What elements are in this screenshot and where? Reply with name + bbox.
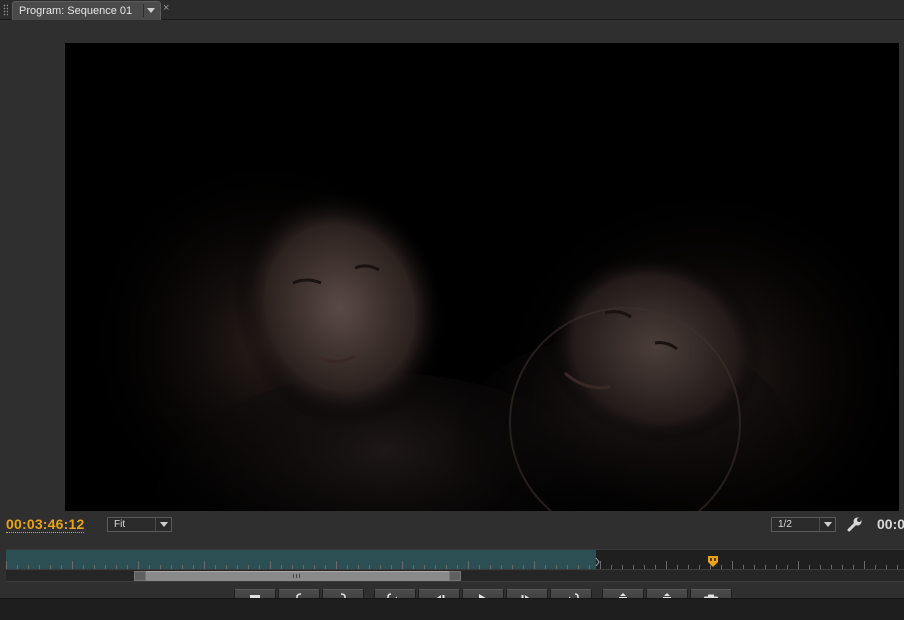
ruler-ticks [6,557,898,569]
current-timecode[interactable]: 00:03:46:12 [6,516,85,533]
panel-menu-chevron-icon[interactable] [143,4,157,17]
panel-tab-bar: Program: Sequence 01 × [0,0,904,20]
wrench-icon[interactable] [847,516,863,532]
tab-program-monitor[interactable]: Program: Sequence 01 [12,1,161,20]
close-icon[interactable]: × [163,3,169,14]
panel-grip-icon[interactable] [3,4,8,16]
program-monitor-panel: 00:03:46:12 Fit 1/2 00:0 [0,20,904,611]
scroll-thumb[interactable] [146,571,449,581]
bottom-panel-strip [0,598,904,620]
playback-resolution-select[interactable]: 1/2 [771,517,836,532]
video-frame [65,43,899,511]
chevron-down-icon [819,518,835,531]
chevron-down-icon [155,518,171,531]
duration-timecode: 00:0 [877,516,904,532]
playhead-icon[interactable] [708,556,718,567]
zoom-level-select[interactable]: Fit [107,517,172,532]
scroll-right-handle[interactable] [449,571,461,581]
zoom-scroll-bar[interactable] [6,569,904,582]
scroll-left-handle[interactable] [134,571,146,581]
zoom-level-value: Fit [114,519,126,530]
playback-resolution-value: 1/2 [778,519,792,530]
video-viewer[interactable] [65,43,899,511]
tab-title: Program: Sequence 01 [19,5,133,17]
work-area-end-marker [595,557,600,567]
time-ruler[interactable] [6,549,904,569]
